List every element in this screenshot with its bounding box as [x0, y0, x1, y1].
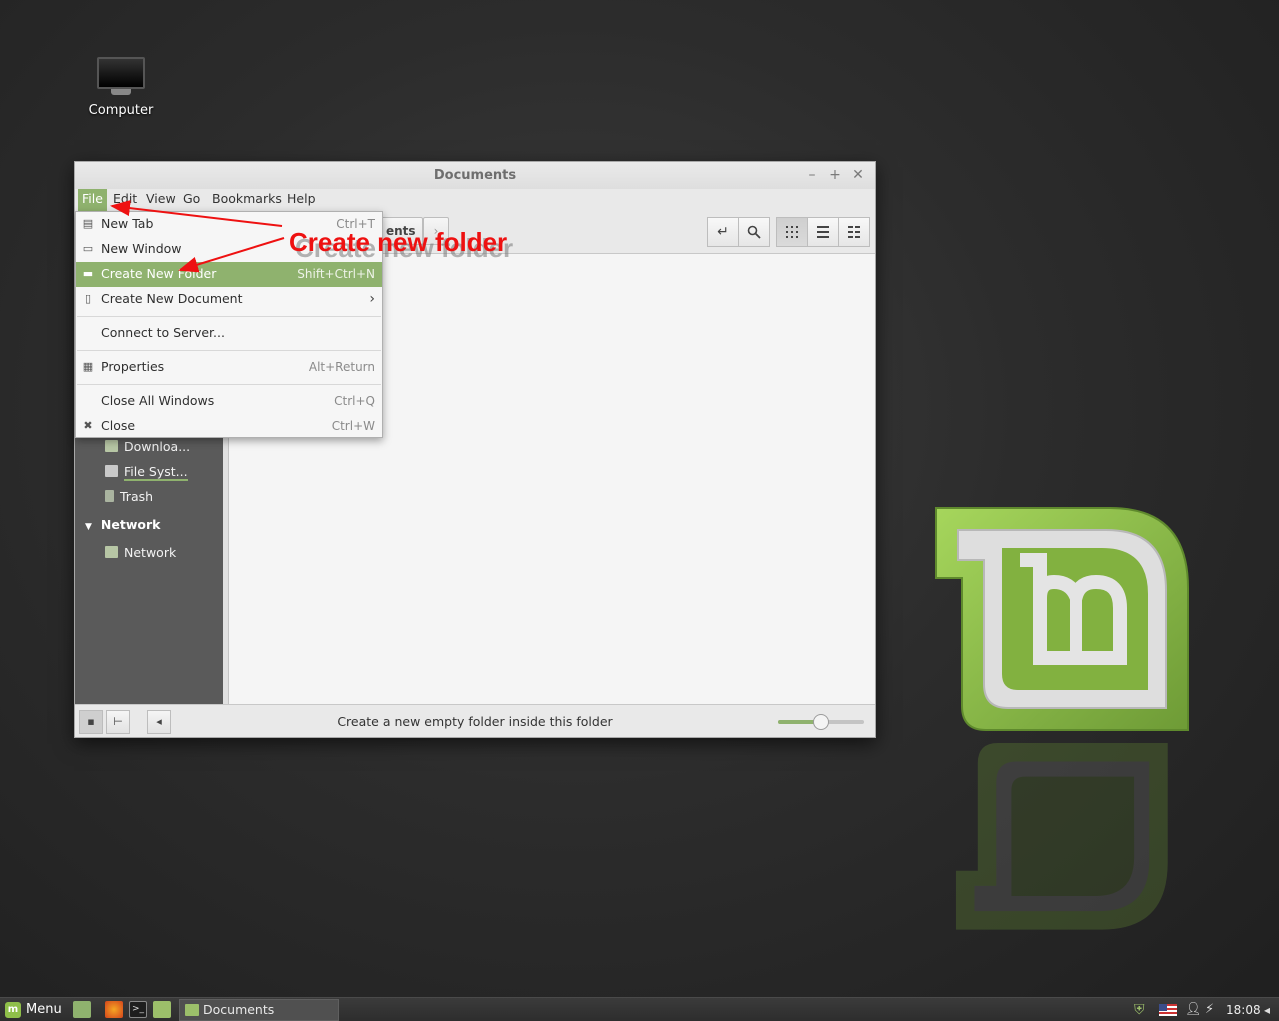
icon-view-button[interactable]: [776, 217, 808, 247]
start-menu-button[interactable]: m Menu: [2, 999, 62, 1021]
sidebar-network-header[interactable]: ▼ Network: [85, 515, 160, 535]
clock[interactable]: 18:08: [1226, 1001, 1261, 1019]
user-icon[interactable]: 👤︎: [1185, 1001, 1202, 1019]
menu-item-close-all-windows[interactable]: Close All Windows Ctrl+Q: [76, 389, 382, 414]
toggle-location-button[interactable]: ↵: [707, 217, 739, 247]
compact-view-icon: [848, 226, 860, 238]
menu-bookmarks[interactable]: Bookmarks: [208, 189, 286, 211]
window-title: Documents: [433, 168, 517, 183]
toggle-location-icon: ↵: [717, 224, 729, 240]
close-button[interactable]: ✕: [849, 166, 867, 184]
taskbar: m Menu >_ Documents ⛨ 👤︎ ⚡︎ 18:08 ◂: [0, 997, 1279, 1021]
new-folder-icon: ▬: [82, 267, 94, 280]
new-window-icon: ▭: [82, 242, 94, 255]
minimize-button[interactable]: –: [803, 166, 821, 184]
expander-down-icon: ▼: [85, 522, 92, 532]
menu-separator: [77, 350, 381, 351]
linux-mint-logo: [935, 507, 1189, 731]
title-bar[interactable]: Documents – + ✕: [75, 162, 875, 189]
new-tab-icon: ▤: [82, 217, 94, 230]
menu-item-properties[interactable]: ▦ Properties Alt+Return: [76, 355, 382, 380]
menu-separator: [77, 384, 381, 385]
desktop-icon-label: Computer: [88, 103, 154, 118]
status-message: Create a new empty folder inside this fo…: [337, 714, 613, 729]
menu-help[interactable]: Help: [283, 189, 320, 211]
properties-icon: ▦: [82, 360, 94, 373]
sidebar-item-downloads[interactable]: Downloa...: [105, 437, 190, 457]
menu-item-connect-to-server[interactable]: Connect to Server...: [76, 321, 382, 346]
compact-view-button[interactable]: [838, 217, 870, 247]
submenu-arrow-icon: ›: [369, 291, 375, 307]
menu-bar: File Edit View Go Bookmarks Help: [75, 189, 875, 211]
icon-view-icon: [786, 226, 798, 238]
menu-item-create-new-document[interactable]: ▯ Create New Document ›: [76, 287, 382, 312]
volume-icon[interactable]: ◂: [1264, 1001, 1270, 1019]
files-icon[interactable]: [153, 1001, 171, 1018]
taskbar-window-documents[interactable]: Documents: [179, 999, 339, 1021]
keyboard-layout-flag-icon[interactable]: [1159, 1004, 1177, 1016]
downloads-icon: [105, 440, 118, 452]
update-shield-icon[interactable]: ⛨: [1134, 1001, 1145, 1019]
menu-view[interactable]: View: [142, 189, 180, 211]
maximize-button[interactable]: +: [826, 166, 844, 184]
trash-icon: [105, 490, 114, 502]
list-view-button[interactable]: [807, 217, 839, 247]
computer-icon: [97, 57, 145, 89]
sidebar-item-trash[interactable]: Trash: [105, 487, 153, 507]
search-icon: [747, 225, 761, 239]
filesystem-icon: [105, 465, 118, 477]
zoom-slider[interactable]: [778, 714, 864, 730]
logo-reflection: [955, 743, 1168, 930]
menu-go[interactable]: Go: [179, 189, 204, 211]
close-icon: ✖: [83, 419, 93, 432]
mint-menu-icon: m: [5, 1002, 21, 1018]
sidebar-item-network[interactable]: Network: [105, 543, 176, 563]
search-button[interactable]: [738, 217, 770, 247]
sidebar-item-filesystem[interactable]: File Syst...: [105, 462, 188, 482]
show-desktop-icon[interactable]: [73, 1001, 91, 1018]
new-document-icon: ▯: [84, 292, 92, 305]
firefox-icon[interactable]: [105, 1001, 123, 1018]
list-view-icon: [817, 226, 829, 238]
menu-file[interactable]: File: [78, 189, 107, 211]
menu-separator: [77, 316, 381, 317]
folder-icon: [185, 1004, 199, 1016]
desktop-computer-icon[interactable]: Computer: [84, 55, 158, 118]
status-bar: ▪ ⊢ ◂ Create a new empty folder inside t…: [75, 704, 875, 737]
menu-item-close[interactable]: ✖ Close Ctrl+W: [76, 414, 382, 439]
network-icon: [105, 546, 118, 558]
terminal-icon[interactable]: >_: [129, 1001, 147, 1018]
menu-item-create-new-folder[interactable]: ▬ Create New Folder Shift+Ctrl+N: [76, 262, 382, 287]
network-status-icon[interactable]: ⚡︎: [1205, 1001, 1214, 1019]
menu-edit[interactable]: Edit: [109, 189, 141, 211]
annotation-label: Create new folder: [289, 227, 508, 257]
zoom-slider-handle[interactable]: [813, 714, 829, 730]
